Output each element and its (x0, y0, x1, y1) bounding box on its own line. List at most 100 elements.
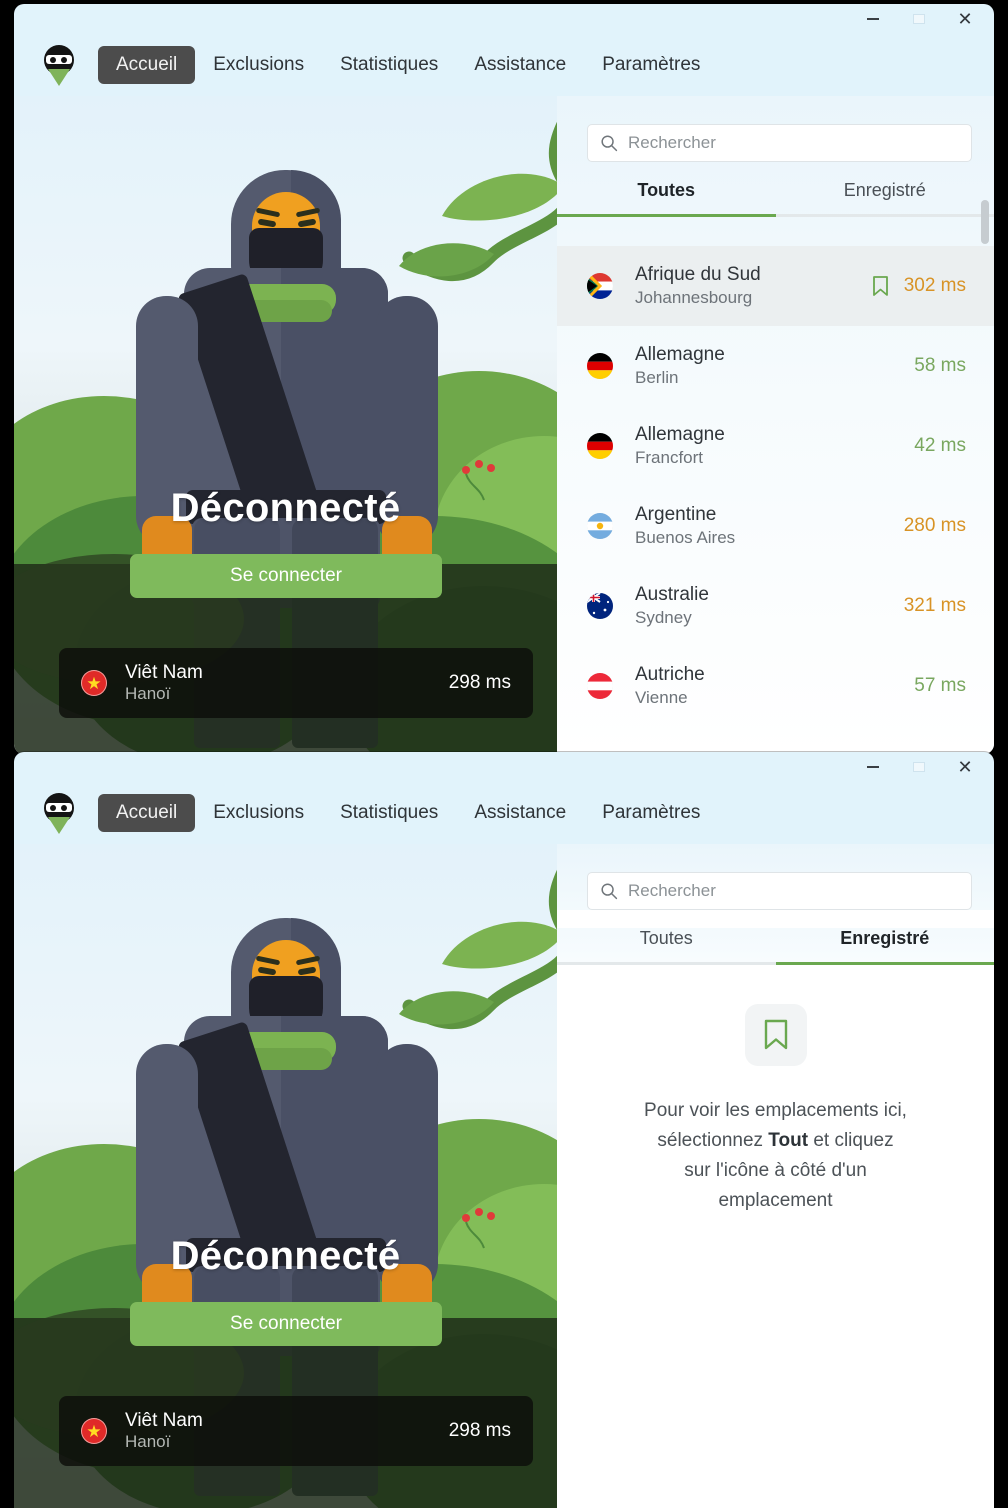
current-location-ping: 298 ms (448, 1420, 511, 1441)
minimize-button[interactable] (850, 752, 896, 782)
search-icon (601, 883, 618, 900)
minimize-icon (867, 18, 879, 20)
row-ping: 302 ms (903, 275, 966, 296)
current-location-country: Viêt Nam (125, 1409, 203, 1431)
empty-line-2-post: et cliquez (808, 1130, 894, 1152)
vietnam-flag-icon: ★ (81, 1418, 107, 1444)
empty-state-text: Pour voir les emplacements ici, sélectio… (616, 1096, 936, 1216)
nav-item-accueil[interactable]: Accueil (98, 794, 196, 832)
close-icon: ✕ (957, 9, 973, 29)
search-placeholder-saved: Rechercher (628, 881, 716, 900)
nav-item-parametres[interactable]: Paramètres (584, 794, 718, 832)
row-ping: 42 ms (914, 435, 966, 456)
vpn-window-saved: ✕ Accueil Exclusions Statistiques Assist… (14, 752, 994, 1508)
row-country: Allemagne (635, 423, 725, 445)
empty-line-1: Pour voir les emplacements ici, (644, 1100, 907, 1121)
close-button[interactable]: ✕ (942, 4, 988, 34)
server-panel-all: Rechercher Toutes Enregistré Afrique du … (557, 96, 994, 754)
search-icon (601, 135, 618, 152)
row-ping: 58 ms (914, 355, 966, 376)
maximize-icon (913, 14, 925, 24)
row-city: Johannesbourg (635, 287, 753, 307)
empty-state-icon-box (744, 1004, 807, 1066)
search-wrap-saved: Rechercher (557, 844, 994, 910)
empty-line-2-bold: Tout (768, 1130, 809, 1152)
row-ping: 321 ms (903, 595, 966, 616)
bookmark-icon[interactable] (871, 275, 890, 297)
maximize-button[interactable] (896, 752, 942, 782)
tab-enregistre[interactable]: Enregistré (776, 180, 995, 214)
nav-item-parametres[interactable]: Paramètres (584, 46, 718, 84)
table-row[interactable]: Australie Sydney 321 ms (557, 566, 994, 646)
maximize-icon (913, 762, 925, 772)
table-row[interactable]: Allemagne Francfort 42 ms (557, 406, 994, 486)
nav-item-exclusions[interactable]: Exclusions (195, 46, 322, 84)
nav-item-statistiques[interactable]: Statistiques (322, 794, 456, 832)
nav-bar-all: Accueil Exclusions Statistiques Assistan… (14, 34, 994, 96)
connection-status-all: Déconnecté (170, 486, 401, 530)
nav-item-statistiques[interactable]: Statistiques (322, 46, 456, 84)
nav-item-assistance[interactable]: Assistance (456, 46, 584, 84)
maximize-button[interactable] (896, 4, 942, 34)
tab-toutes[interactable]: Toutes (557, 928, 776, 962)
nav-bar-saved: Accueil Exclusions Statistiques Assistan… (14, 782, 994, 844)
row-ping: 57 ms (914, 675, 966, 696)
table-row[interactable]: Autriche Vienne 57 ms (557, 646, 994, 726)
row-country: Argentine (635, 503, 717, 525)
tab-toutes[interactable]: Toutes (557, 180, 776, 214)
current-location-card-all[interactable]: ★ Viêt Nam Hanoï 298 ms (59, 648, 533, 718)
tab-underline-saved (557, 962, 994, 965)
nav-item-exclusions[interactable]: Exclusions (195, 794, 322, 832)
server-list-all[interactable]: Afrique du Sud Johannesbourg 302 ms Alle… (557, 246, 994, 754)
ninja-logo-icon (40, 43, 78, 87)
close-button[interactable]: ✕ (942, 752, 988, 782)
row-ping: 280 ms (903, 515, 966, 536)
server-panel-saved: Rechercher Toutes Enregistré Pour voir l… (557, 844, 994, 1508)
austria-flag-icon (587, 673, 613, 699)
nav-item-assistance[interactable]: Assistance (456, 794, 584, 832)
minimize-button[interactable] (850, 4, 896, 34)
empty-line-3: sur l'icône à côté d'un (684, 1160, 867, 1182)
table-row[interactable]: Argentine Buenos Aires 280 ms (557, 486, 994, 566)
row-city: Francfort (635, 447, 704, 467)
search-placeholder-all: Rechercher (628, 133, 716, 152)
current-location-ping: 298 ms (448, 672, 511, 693)
search-input-saved[interactable]: Rechercher (587, 872, 972, 910)
row-city: Buenos Aires (635, 527, 736, 547)
current-location-city: Hanoï (125, 1431, 171, 1451)
row-city: Sydney (635, 607, 692, 627)
table-row[interactable]: Belgique (557, 726, 994, 754)
table-row[interactable]: Afrique du Sud Johannesbourg 302 ms (557, 246, 994, 326)
tab-enregistre[interactable]: Enregistré (776, 928, 995, 962)
empty-state-saved: Pour voir les emplacements ici, sélectio… (557, 1004, 994, 1216)
row-country: Allemagne (635, 343, 725, 365)
row-country: Australie (635, 583, 709, 605)
current-location-city: Hanoï (125, 683, 171, 703)
ninja-logo-icon (40, 791, 78, 835)
connect-button-all[interactable]: Se connecter (130, 554, 442, 598)
current-location-country: Viêt Nam (125, 661, 203, 683)
tab-underline-all (557, 214, 994, 217)
tabs-all: Toutes Enregistré (557, 180, 994, 214)
search-wrap-all: Rechercher (557, 96, 994, 162)
empty-line-4: emplacement (718, 1190, 833, 1212)
australia-flag-icon (587, 593, 613, 619)
germany-flag-icon (587, 433, 613, 459)
connect-button-saved[interactable]: Se connecter (130, 1302, 442, 1346)
close-icon: ✕ (957, 757, 973, 777)
vietnam-flag-icon: ★ (81, 670, 107, 696)
row-country: Afrique du Sud (635, 263, 761, 285)
current-location-card-saved[interactable]: ★ Viêt Nam Hanoï 298 ms (59, 1396, 533, 1466)
hero-illustration-all: Déconnecté Se connecter ★ Viêt Nam Hanoï… (14, 96, 557, 754)
title-bar-all: ✕ (14, 4, 994, 34)
row-city: Berlin (635, 367, 679, 387)
search-input-all[interactable]: Rechercher (587, 124, 972, 162)
table-row[interactable]: Allemagne Berlin 58 ms (557, 326, 994, 406)
title-bar-saved: ✕ (14, 752, 994, 782)
server-list-scrollbar[interactable] (981, 200, 989, 244)
nav-item-accueil[interactable]: Accueil (98, 46, 196, 84)
empty-line-2-pre: sélectionnez (657, 1130, 769, 1152)
vpn-window-all: ✕ Accueil Exclusions Statistiques Assist… (14, 4, 994, 754)
row-country: Autriche (635, 663, 705, 685)
germany-flag-icon (587, 353, 613, 379)
